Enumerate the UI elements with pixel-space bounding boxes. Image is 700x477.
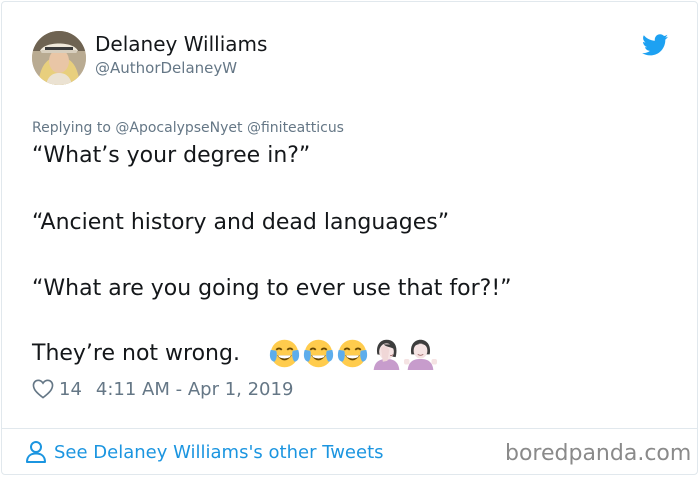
watermark: boredpanda.com (505, 441, 692, 466)
replying-to-line: Replying to @ApocalypseNyet @finiteattic… (32, 120, 344, 136)
like-count[interactable]: 14 (59, 379, 82, 400)
tweet-text-line: “What are you going to ever use that for… (32, 276, 512, 301)
reply-handle-link[interactable]: @ApocalypseNyet (115, 120, 242, 136)
face-with-tears-of-joy-icon (337, 339, 368, 368)
avatar[interactable] (32, 31, 86, 85)
see-other-tweets-label: See Delaney Williams's other Tweets (54, 441, 384, 463)
woman-shrugging-icon (404, 339, 437, 370)
woman-facepalming-icon (373, 339, 400, 370)
see-other-tweets-link[interactable]: See Delaney Williams's other Tweets (25, 439, 384, 465)
author-handle[interactable]: @AuthorDelaneyW (95, 59, 237, 77)
author-name[interactable]: Delaney Williams (95, 32, 267, 56)
emoji-row (268, 337, 437, 371)
tweet-timestamp[interactable]: 4:11 AM - Apr 1, 2019 (96, 379, 294, 400)
face-with-tears-of-joy-icon (269, 339, 300, 368)
replying-to-label: Replying to (32, 120, 111, 136)
tweet-text-line: They’re not wrong. (32, 341, 240, 366)
face-with-tears-of-joy-icon (303, 339, 334, 368)
divider (2, 428, 698, 429)
tweet-text-line: “Ancient history and dead languages” (32, 210, 450, 235)
tweet-meta: 14 4:11 AM - Apr 1, 2019 (32, 377, 293, 401)
twitter-bird-icon[interactable] (642, 34, 668, 56)
tweet-text-line: “What’s your degree in?” (32, 143, 311, 168)
heart-icon[interactable] (32, 379, 54, 399)
avatar-photo (32, 31, 86, 85)
person-icon (26, 441, 46, 463)
reply-handle-link[interactable]: @finiteatticus (247, 120, 344, 136)
